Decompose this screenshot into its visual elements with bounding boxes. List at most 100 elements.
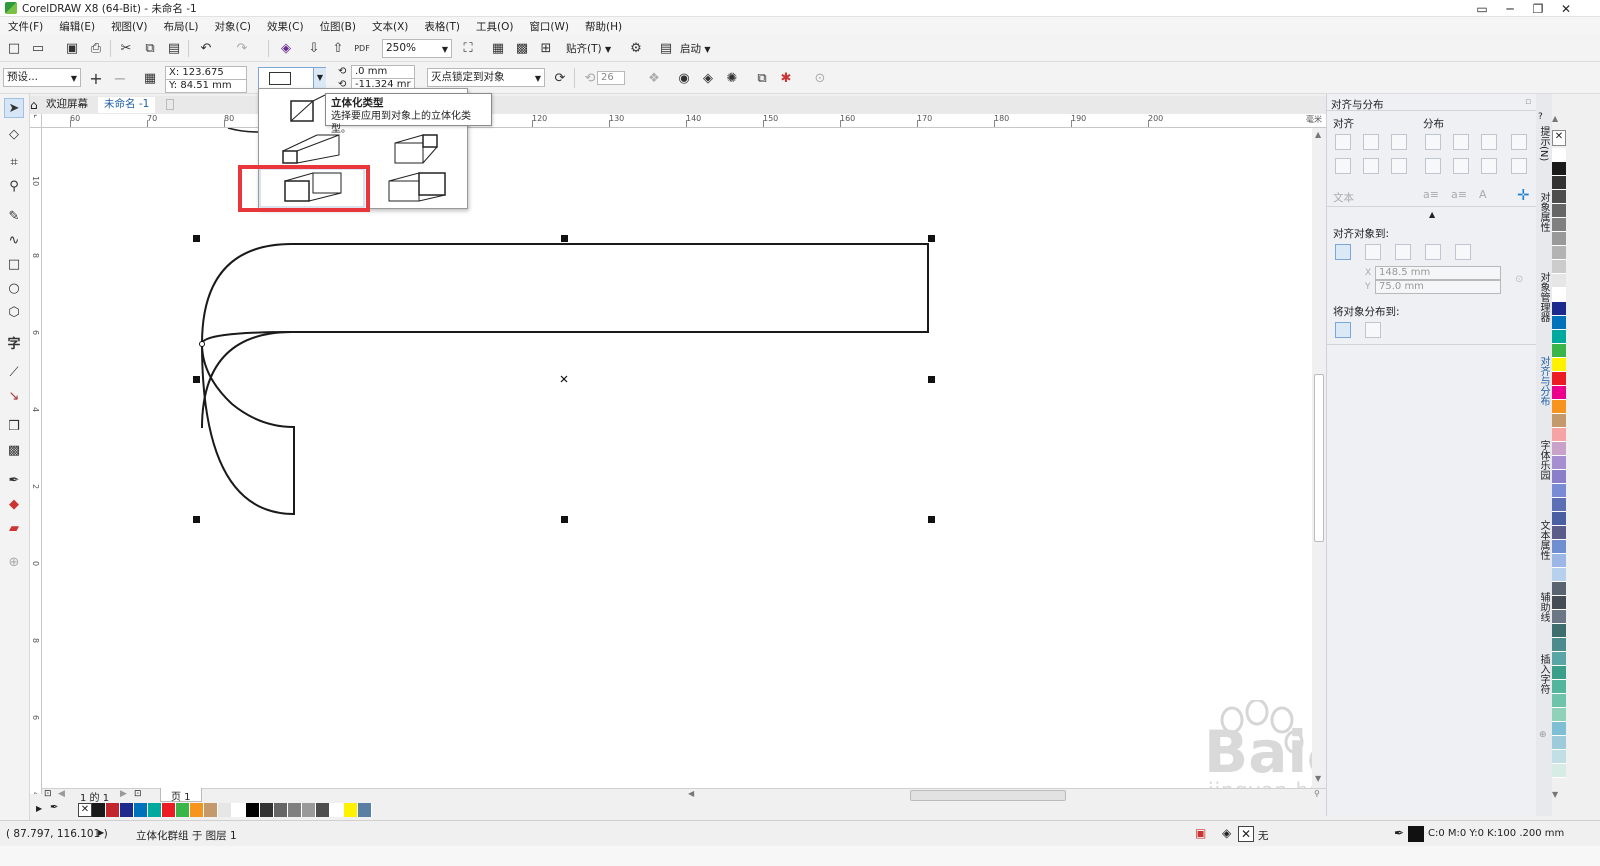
add-preset-icon[interactable]: + — [86, 68, 106, 88]
fill-indicator-icon[interactable]: ◈ — [1222, 826, 1231, 840]
smart-fill-icon[interactable]: ▰ — [4, 518, 24, 538]
extrusion-option-front-parallel[interactable] — [388, 172, 446, 202]
navigator-icon[interactable]: ⚲ — [1314, 789, 1320, 798]
docker-tab-align-distribute[interactable]: 对齐与分布 — [1537, 356, 1551, 406]
docker-tab-insert-character[interactable]: 插入字符 — [1537, 654, 1551, 694]
extrusion-option-small-back[interactable] — [290, 94, 326, 122]
align-to-grid-icon[interactable] — [1425, 244, 1441, 260]
distribute-right-icon[interactable] — [1481, 134, 1497, 150]
extrusion-bevels-icon[interactable]: ◈ — [698, 68, 718, 88]
text-bounding-box-icon[interactable]: A — [1479, 188, 1487, 201]
depth-field[interactable]: 26 — [597, 71, 625, 85]
align-bottom-icon[interactable] — [1391, 158, 1407, 174]
page-tab-1[interactable]: 页 1 — [160, 788, 202, 803]
color-swatch[interactable] — [1552, 162, 1566, 176]
color-swatch[interactable] — [190, 803, 204, 817]
polygon-tool-icon[interactable]: ⬡ — [4, 302, 24, 322]
last-page-icon[interactable]: ⊡ — [134, 789, 142, 799]
palette-up-icon[interactable]: ▲ — [1552, 114, 1558, 123]
color-swatch[interactable] — [1552, 428, 1566, 442]
color-swatch[interactable] — [1552, 204, 1566, 218]
docker-tab-font-playground[interactable]: 字体乐园 — [1537, 440, 1551, 480]
zoom-level-combo[interactable]: 250% ▼ — [382, 39, 452, 58]
color-swatch[interactable] — [1552, 638, 1566, 652]
align-point-x-field[interactable]: 148.5 mm — [1375, 266, 1501, 280]
color-swatch[interactable] — [218, 803, 232, 817]
color-swatch[interactable] — [1552, 274, 1566, 288]
horizontal-scroll-thumb[interactable] — [910, 790, 1066, 801]
rectangle-tool-icon[interactable]: □ — [4, 254, 24, 274]
tab-document[interactable]: 未命名 -1 — [98, 97, 156, 113]
menu-layout[interactable]: 布局(L) — [155, 19, 206, 34]
y-position-field[interactable]: Y: 84.51 mm — [165, 79, 247, 93]
redo-icon[interactable]: ↷ — [232, 38, 252, 58]
color-swatch[interactable] — [1552, 540, 1566, 554]
selection-handle-top-right[interactable] — [928, 235, 935, 242]
vanishing-point-properties-icon[interactable]: ⟳ — [550, 68, 570, 88]
import-icon[interactable]: ⇩ — [304, 38, 324, 58]
undo-icon[interactable]: ↶ — [196, 38, 216, 58]
ruler-origin-icon[interactable]: ⌜ — [30, 114, 42, 128]
vertical-scrollbar[interactable]: ▲ ▼ — [1312, 128, 1326, 788]
no-fill-swatch-icon[interactable]: ✕ — [78, 803, 92, 817]
menu-tools[interactable]: 工具(O) — [468, 19, 521, 34]
color-swatch[interactable] — [120, 803, 134, 817]
transparency-tool-icon[interactable]: ▩ — [4, 440, 24, 460]
distribute-middle-icon[interactable] — [1453, 158, 1469, 174]
preset-combo[interactable]: 预设... ▼ — [3, 68, 81, 87]
distribute-bottom-icon[interactable] — [1481, 158, 1497, 174]
artistic-media-icon[interactable]: ∿ — [4, 230, 24, 250]
align-to-page-center-icon[interactable] — [1395, 244, 1411, 260]
color-swatch[interactable] — [1552, 680, 1566, 694]
menu-text[interactable]: 文本(X) — [364, 19, 416, 34]
close-button[interactable]: ✕ — [1552, 0, 1580, 17]
menu-object[interactable]: 对象(C) — [207, 19, 260, 34]
scroll-down-icon[interactable]: ▼ — [1315, 774, 1321, 783]
extrusion-type-combo[interactable]: ▼ — [258, 67, 326, 89]
menu-bitmaps[interactable]: 位图(B) — [312, 19, 364, 34]
save-icon[interactable]: ▣ — [62, 38, 82, 58]
color-swatch[interactable] — [1552, 176, 1566, 190]
distribute-spacing-v-icon[interactable] — [1511, 158, 1527, 174]
color-swatch[interactable] — [1552, 484, 1566, 498]
snap-to-dropdown[interactable]: 贴齐(T) ▼ — [566, 41, 611, 56]
color-swatch[interactable] — [1552, 442, 1566, 456]
color-swatch[interactable] — [1552, 316, 1566, 330]
color-swatch[interactable] — [1552, 190, 1566, 204]
color-swatch[interactable] — [106, 803, 120, 817]
connector-tool-icon[interactable]: ↘ — [4, 386, 24, 406]
docker-tab-object-manager[interactable]: 对象管理器 — [1537, 272, 1551, 322]
docker-tab-text-properties[interactable]: 文本属性 — [1537, 520, 1551, 560]
minimize-button[interactable]: ─ — [1496, 0, 1524, 17]
color-swatch[interactable] — [1552, 694, 1566, 708]
menu-view[interactable]: 视图(V) — [103, 19, 155, 34]
expand-options-icon[interactable]: ✛ — [1517, 186, 1530, 204]
distribute-to-page-icon[interactable] — [1365, 322, 1381, 338]
drawing-canvas[interactable]: Baidu 经验 jingyan.baidu.com — [42, 128, 1312, 788]
menu-table[interactable]: 表格(T) — [416, 19, 468, 34]
docker-tab-guidelines[interactable]: 辅助线 — [1537, 592, 1551, 622]
x-position-field[interactable]: X: 123.675 mm — [165, 66, 247, 90]
selection-handle-bottom-left[interactable] — [193, 516, 200, 523]
align-point-y-field[interactable]: 75.0 mm — [1375, 280, 1501, 294]
color-swatch[interactable] — [330, 803, 344, 817]
color-swatch[interactable] — [358, 803, 372, 817]
print-icon[interactable]: ⎙ — [86, 38, 106, 58]
color-swatch[interactable] — [1552, 624, 1566, 638]
selection-handle-top-center[interactable] — [561, 235, 568, 242]
quick-customize-icon[interactable]: ⊙ — [810, 68, 830, 88]
add-tab-icon[interactable] — [166, 99, 174, 110]
extrusion-color-icon[interactable]: ◉ — [674, 68, 694, 88]
selection-handle-middle-right[interactable] — [928, 376, 935, 383]
crop-tool-icon[interactable]: ⌗ — [4, 152, 24, 172]
color-swatch[interactable] — [1552, 722, 1566, 736]
ellipse-tool-icon[interactable]: ○ — [4, 278, 24, 298]
color-proofing-icon[interactable]: ▣ — [1195, 826, 1206, 840]
align-to-specified-point-icon[interactable] — [1455, 244, 1471, 260]
color-swatch[interactable] — [1552, 232, 1566, 246]
color-swatch[interactable] — [302, 803, 316, 817]
distribute-to-selection-icon[interactable] — [1335, 322, 1351, 338]
selection-handle-middle-left[interactable] — [193, 376, 200, 383]
color-swatch[interactable] — [176, 803, 190, 817]
menu-window[interactable]: 窗口(W) — [521, 19, 577, 34]
